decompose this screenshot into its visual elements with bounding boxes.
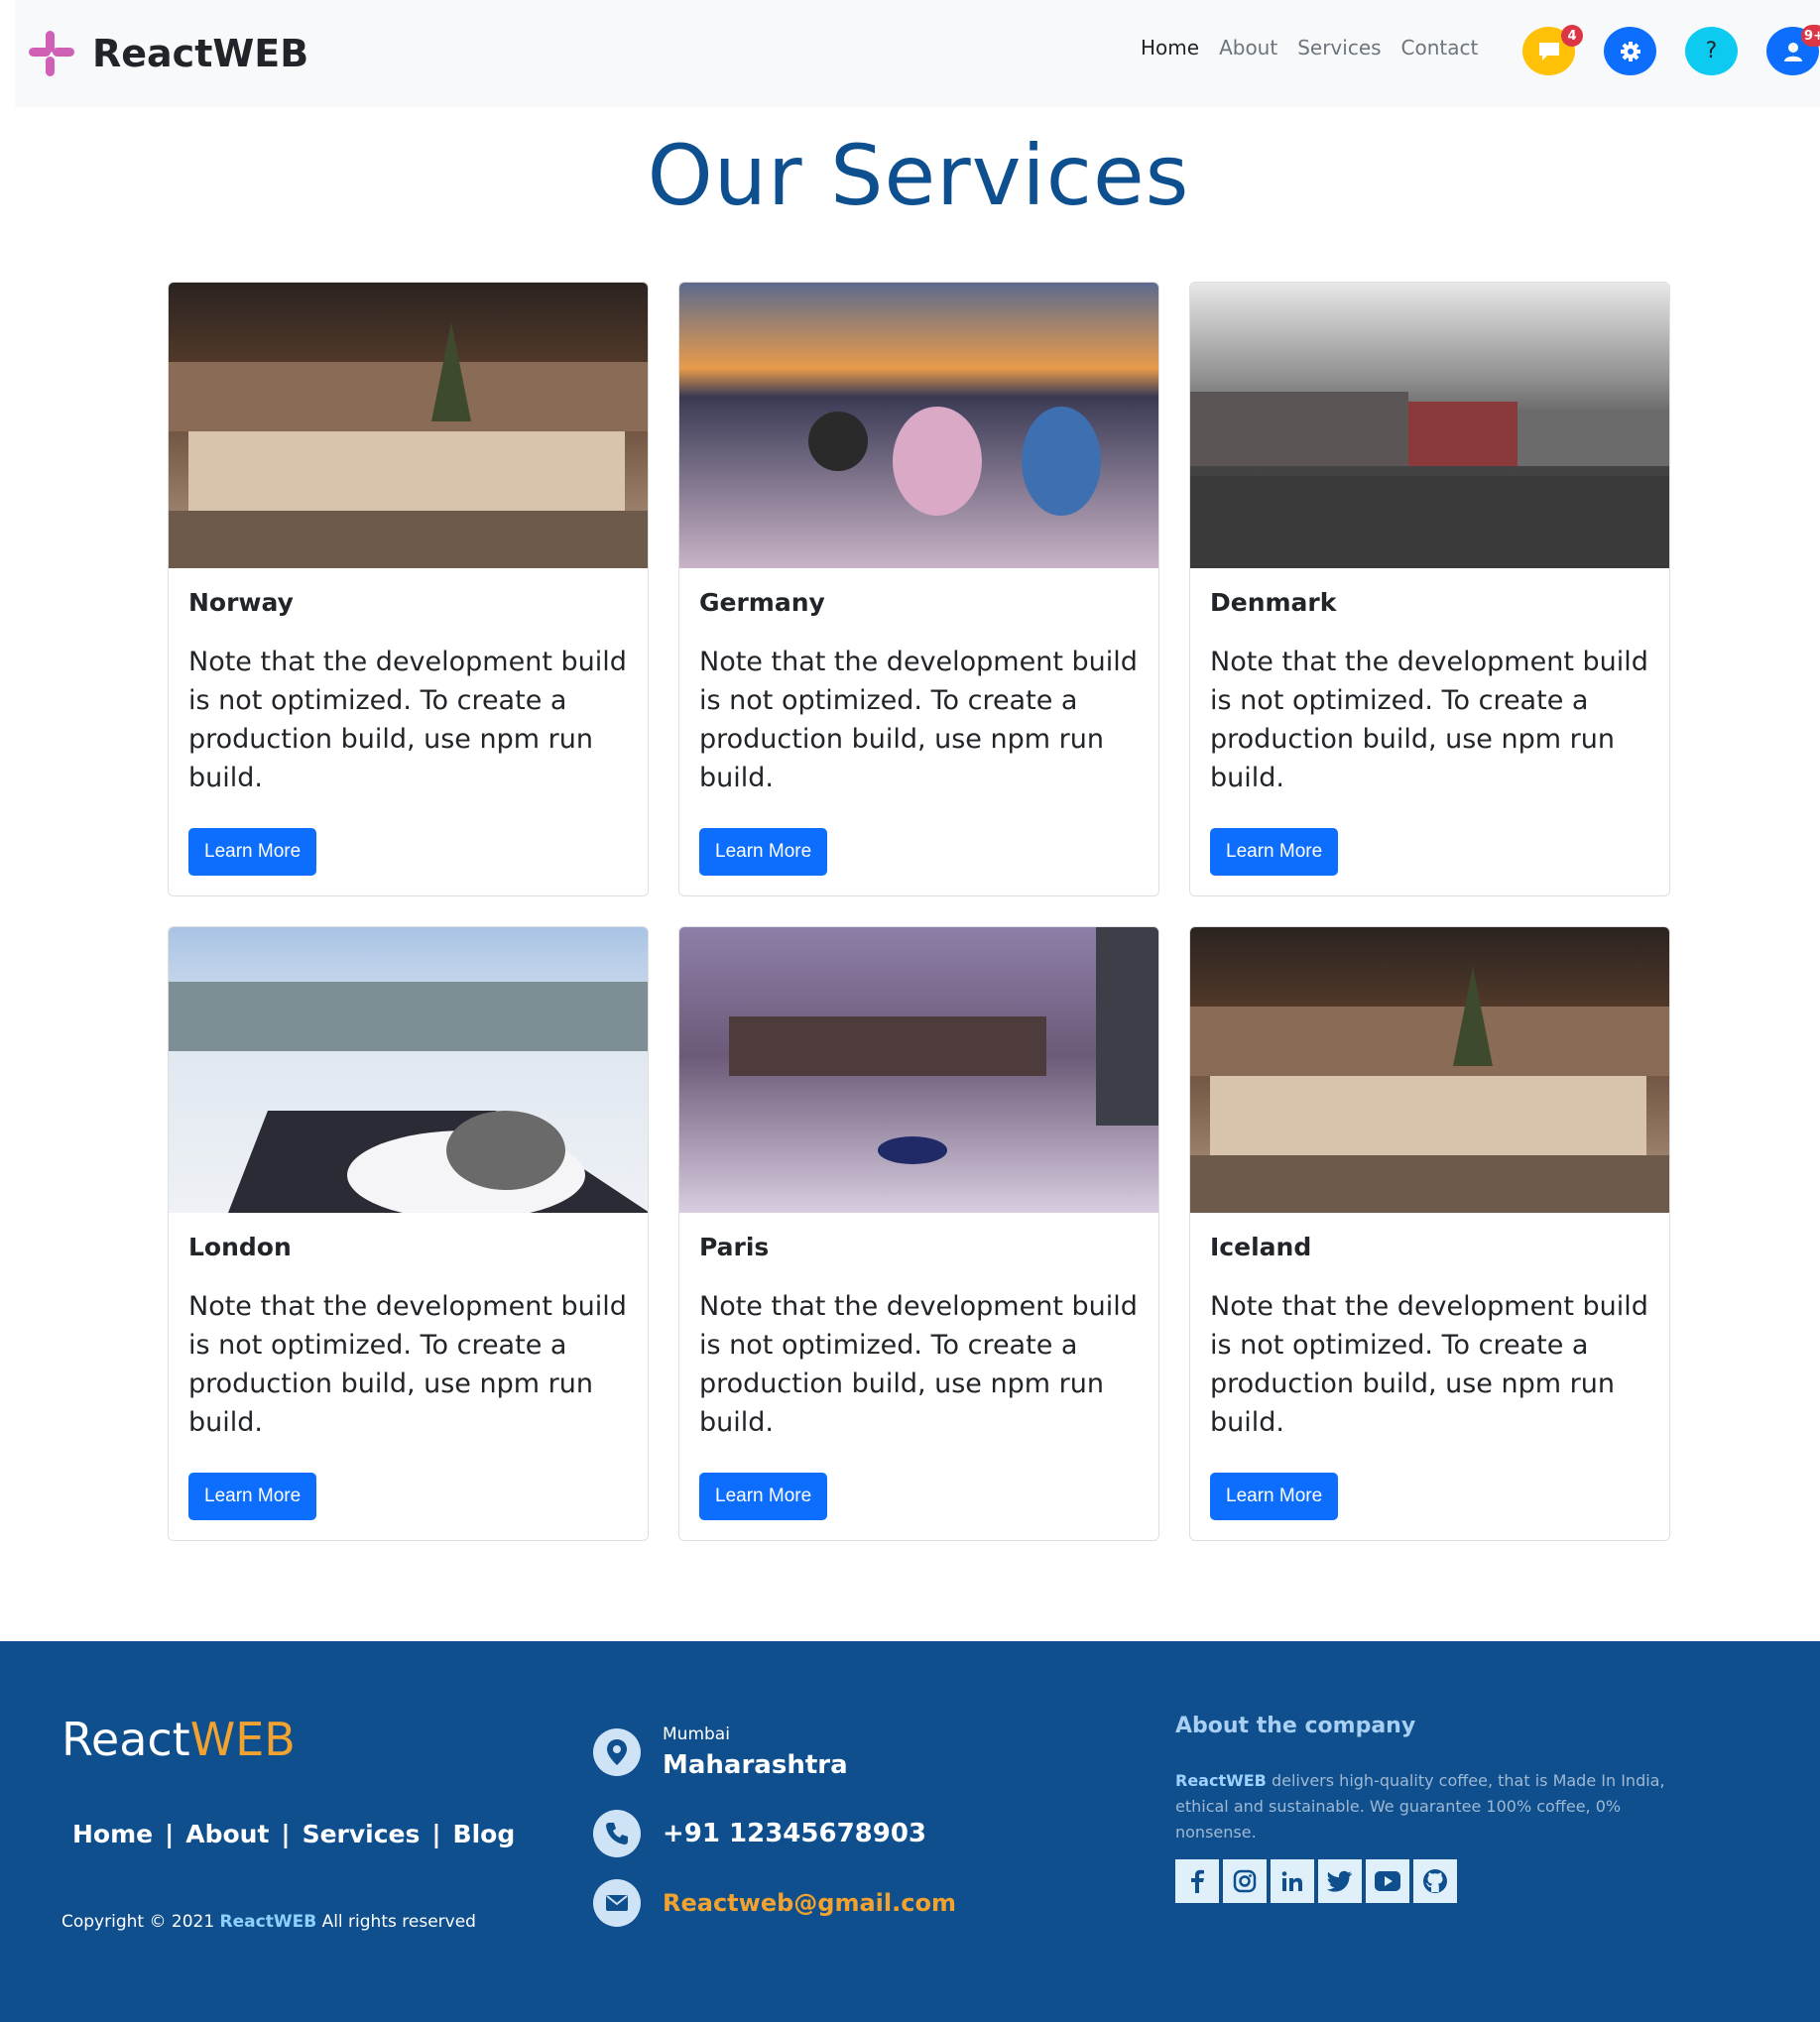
harbor-town-photo [1190,283,1669,568]
copyright-suffix: All rights reserved [321,1912,476,1932]
navbar: ReactWEB Home About Services Contact 4 ? [15,0,1820,107]
question-icon: ? [1705,39,1718,63]
learn-more-button[interactable]: Learn More [1210,828,1339,876]
card-title: Paris [699,1233,770,1261]
footer: ReactWEB Home | About | Services | Blog … [0,1641,1820,2022]
user-icon [1783,42,1802,61]
nav-link-about[interactable]: About [1219,36,1277,59]
map-pin-icon [593,1728,641,1776]
messages-badge: 4 [1561,25,1583,47]
gear-icon [1620,41,1640,61]
skiers-sunset-photo [679,283,1158,568]
nav-links: Home About Services Contact [1141,36,1478,59]
help-button[interactable]: ? [1685,27,1738,75]
contact-location: Mumbai Maharashtra [593,1725,848,1780]
contact-email: Reactweb@gmail.com [593,1879,956,1927]
nav-link-services[interactable]: Services [1297,36,1381,59]
copyright-prefix: Copyright © 2021 [61,1912,215,1932]
card-title: Norway [188,588,294,617]
service-card: Germany Note that the development build … [678,282,1159,896]
about-title: About the company [1175,1714,1416,1738]
service-card: Paris Note that the development build is… [678,926,1159,1541]
chat-icon [1538,42,1559,60]
brand-name: ReactWEB [92,32,309,75]
slack-logo-icon [29,31,74,76]
card-title: Denmark [1210,588,1337,617]
footer-link-services[interactable]: Services [303,1820,421,1848]
services-grid: Norway Note that the development build i… [168,282,1670,1541]
copyright-brand[interactable]: ReactWEB [220,1912,317,1932]
social-links [1175,1859,1457,1903]
footer-link-blog[interactable]: Blog [453,1820,516,1848]
footer-link-separator: | [165,1820,175,1848]
footer-brand-part1: React [61,1713,190,1766]
location-state: Maharashtra [663,1750,848,1780]
copyright: Copyright © 2021 ReactWEB All rights res… [61,1912,476,1932]
profile-badge: 9+ [1801,25,1820,47]
learn-more-button[interactable]: Learn More [699,828,828,876]
service-card: Norway Note that the development build i… [168,282,649,896]
card-text: Note that the development build is not o… [1210,647,1648,793]
service-card: Iceland Note that the development build … [1189,926,1670,1541]
card-text: Note that the development build is not o… [699,647,1138,793]
about-text: ReactWEB delivers high-quality coffee, t… [1175,1768,1691,1845]
nav-icon-buttons: 4 ? 9+ [1522,25,1820,75]
card-text: Note that the development build is not o… [699,1291,1138,1438]
card-title: Germany [699,588,825,617]
learn-more-button[interactable]: Learn More [699,1473,828,1520]
facebook-icon[interactable] [1175,1859,1219,1903]
navbar-brand[interactable]: ReactWEB [29,26,308,81]
footer-link-separator: | [431,1820,441,1848]
card-title: London [188,1233,292,1261]
footer-link-about[interactable]: About [185,1820,269,1848]
nav-link-contact[interactable]: Contact [1401,36,1479,59]
christmas-market-photo [1190,927,1669,1213]
profile-button[interactable]: 9+ [1766,25,1820,75]
card-title: Iceland [1210,1233,1312,1261]
footer-link-home[interactable]: Home [72,1820,153,1848]
messages-button[interactable]: 4 [1522,25,1583,75]
email-link[interactable]: Reactweb@gmail.com [663,1889,956,1917]
github-icon[interactable] [1413,1859,1457,1903]
nav-link-home[interactable]: Home [1141,36,1199,59]
location-city: Mumbai [663,1725,730,1744]
phone-number[interactable]: +91 12345678903 [663,1819,926,1848]
service-card: Denmark Note that the development build … [1189,282,1670,896]
footer-link-separator: | [281,1820,291,1848]
phone-icon [593,1810,641,1857]
footer-brand[interactable]: ReactWEB [61,1713,296,1766]
learn-more-button[interactable]: Learn More [188,1473,317,1520]
youtube-icon[interactable] [1366,1859,1409,1903]
christmas-market-photo [169,283,648,568]
footer-brand-part2: WEB [189,1713,296,1766]
dog-sled-photo [169,927,648,1213]
service-card: London Note that the development build i… [168,926,649,1541]
learn-more-button[interactable]: Learn More [1210,1473,1339,1520]
card-text: Note that the development build is not o… [1210,1291,1648,1438]
learn-more-button[interactable]: Learn More [188,828,317,876]
envelope-icon [593,1879,641,1927]
footer-links: Home | About | Services | Blog [72,1820,515,1848]
snowy-street-photo [679,927,1158,1213]
card-text: Note that the development build is not o… [188,647,627,793]
linkedin-icon[interactable] [1271,1859,1314,1903]
about-brand: ReactWEB [1175,1771,1267,1790]
page-title: Our Services [647,127,1190,224]
twitter-icon[interactable] [1318,1859,1362,1903]
contact-phone: +91 12345678903 [593,1810,926,1857]
card-text: Note that the development build is not o… [188,1291,627,1438]
settings-button[interactable] [1604,27,1656,75]
instagram-icon[interactable] [1223,1859,1267,1903]
